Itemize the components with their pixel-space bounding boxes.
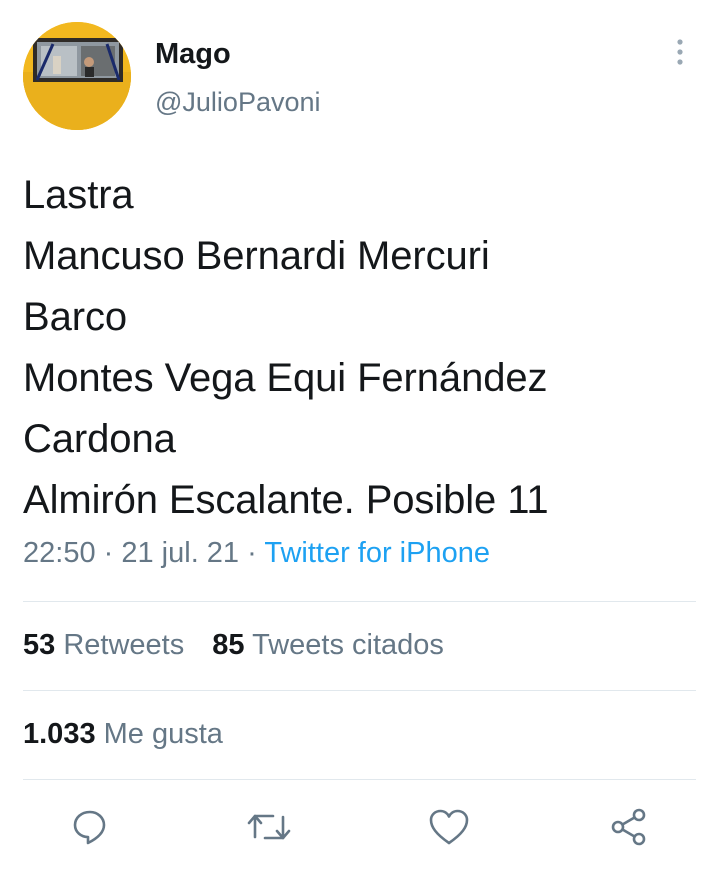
- reply-icon: [70, 807, 110, 852]
- display-name[interactable]: Mago: [155, 38, 231, 71]
- tweet-line: Almirón Escalante. Posible 11: [23, 478, 549, 522]
- like-button[interactable]: [426, 806, 472, 852]
- tweet-date: 21 jul. 21: [121, 537, 240, 569]
- quotes-stat[interactable]: 85 Tweets citados: [212, 629, 444, 662]
- more-options-button[interactable]: [664, 36, 696, 72]
- tweet-metadata: 22:50 · 21 jul. 21 · Twitter for iPhone: [23, 537, 490, 570]
- tweet-text: Lastra Mancuso Bernardi Mercuri Barco Mo…: [23, 165, 703, 531]
- likes-count: 1.033: [23, 718, 96, 750]
- retweet-icon: [247, 807, 291, 852]
- likes-label: Me gusta: [103, 718, 223, 750]
- more-vertical-icon: [676, 38, 684, 71]
- tweet-line: Cardona: [23, 417, 176, 461]
- retweets-label: Retweets: [63, 629, 185, 661]
- tweet-source-link[interactable]: Twitter for iPhone: [264, 537, 490, 569]
- likes-stat[interactable]: 1.033 Me gusta: [23, 718, 223, 751]
- tweet-header: Mago @JulioPavoni: [0, 0, 719, 140]
- retweets-count: 53: [23, 629, 56, 661]
- separator: ·: [247, 537, 265, 569]
- tweet-line: Lastra: [23, 173, 134, 217]
- separator: ·: [103, 537, 122, 569]
- tweet-line: Mancuso Bernardi Mercuri: [23, 234, 490, 278]
- heart-icon: [428, 807, 470, 852]
- retweet-button[interactable]: [246, 806, 292, 852]
- avatar[interactable]: [23, 22, 131, 130]
- divider: [23, 779, 696, 780]
- divider: [23, 690, 696, 691]
- quotes-count: 85: [212, 629, 245, 661]
- tweet-line: Montes Vega Equi Fernández: [23, 356, 548, 400]
- tweet-line: Barco: [23, 295, 127, 339]
- quotes-label: Tweets citados: [252, 629, 444, 661]
- share-icon: [609, 807, 649, 852]
- share-button[interactable]: [606, 806, 652, 852]
- tweet-time: 22:50: [23, 537, 96, 569]
- reply-button[interactable]: [67, 806, 113, 852]
- user-handle[interactable]: @JulioPavoni: [155, 87, 321, 118]
- engagement-stats: 53 Retweets 85 Tweets citados: [23, 629, 464, 662]
- divider: [23, 601, 696, 602]
- retweets-stat[interactable]: 53 Retweets: [23, 629, 184, 662]
- action-bar: [0, 798, 719, 858]
